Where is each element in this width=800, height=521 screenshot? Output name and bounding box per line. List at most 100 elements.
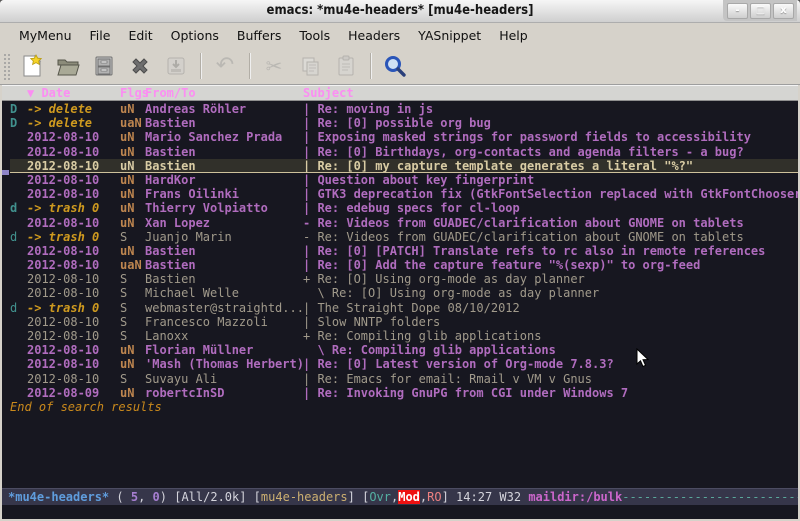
thread-char: | xyxy=(303,145,317,159)
from: Bastien xyxy=(145,145,303,159)
column-flags[interactable]: Flgs xyxy=(120,86,145,100)
menu-yasnippet[interactable]: YASnippet xyxy=(409,25,490,46)
flags: uN xyxy=(120,102,145,116)
message-row[interactable]: 2012-08-10 uN Xan Lopez - Re: Videos fro… xyxy=(10,216,798,230)
message-row[interactable]: d -> trash 0 S Juanjo Marin - Re: Videos… xyxy=(10,230,798,244)
mark-char: d xyxy=(10,201,27,215)
subject: Re: [0] my capture template generates a … xyxy=(317,159,798,172)
message-row[interactable]: 2012-08-10 uN Bastien | Re: [0] my captu… xyxy=(10,159,798,173)
message-row[interactable]: 2012-08-10 uN Bastien | Re: [0] [PATCH] … xyxy=(10,244,798,258)
message-row[interactable]: 2012-08-10 uN 'Mash (Thomas Herbert) | R… xyxy=(10,357,798,371)
mark-char xyxy=(10,286,27,300)
menu-buffers[interactable]: Buffers xyxy=(228,25,290,46)
from: Andreas Röhler xyxy=(145,102,303,116)
menu-mymenu[interactable]: MyMenu xyxy=(10,25,81,46)
column-subject[interactable]: Subject xyxy=(303,86,354,100)
subject: Re: [0] [PATCH] Translate refs to rc als… xyxy=(317,244,798,258)
thread-char: \ xyxy=(303,343,332,357)
date-or-action: 2012-08-10 xyxy=(27,130,120,144)
column-date[interactable]: ▼ Date xyxy=(27,86,120,100)
modeline-ovr: Ovr xyxy=(369,490,391,504)
window-controls: - □ x xyxy=(723,0,797,21)
message-row[interactable]: 2012-08-10 S Bastien + Re: [O] Using org… xyxy=(10,272,798,286)
flags: S xyxy=(120,372,145,386)
cut-icon[interactable]: ✂ xyxy=(259,51,289,81)
close-buffer-icon[interactable] xyxy=(125,51,155,81)
message-row[interactable]: 2012-08-10 uN Florian Müllner \ Re: Comp… xyxy=(10,343,798,357)
from: Thierry Volpiatto xyxy=(145,201,303,215)
subject: Re: [0] Birthdays, org-contacts and agen… xyxy=(317,145,798,159)
copy-icon[interactable] xyxy=(295,51,325,81)
thread-char: | xyxy=(303,116,317,130)
flags: S xyxy=(120,315,145,329)
mu4e-headers-buffer: D -> delete uN Andreas Röhler | Re: movi… xyxy=(2,101,798,488)
date-or-action: -> trash 0 xyxy=(27,230,120,244)
message-row[interactable]: D -> delete uaN Bastien | Re: [0] possib… xyxy=(10,116,798,130)
message-row[interactable]: d -> trash 0 uN Thierry Volpiatto | Re: … xyxy=(10,201,798,215)
close-icon[interactable]: x xyxy=(773,3,794,19)
message-row[interactable]: D -> delete uN Andreas Röhler | Re: movi… xyxy=(10,102,798,116)
message-row[interactable]: 2012-08-10 uN HardKor | Question about k… xyxy=(10,173,798,187)
message-row[interactable]: 2012-08-10 S Francesco Mazzoli | Slow NN… xyxy=(10,315,798,329)
search-icon[interactable] xyxy=(380,51,410,81)
from: Francesco Mazzoli xyxy=(145,315,303,329)
menu-help[interactable]: Help xyxy=(490,25,537,46)
thread-char: - xyxy=(303,216,317,230)
menu-options[interactable]: Options xyxy=(162,25,228,46)
toolbar-drag-handle[interactable] xyxy=(2,52,10,80)
message-row[interactable]: 2012-08-10 uN Frans Oilinki | GTK3 depre… xyxy=(10,187,798,201)
menu-headers[interactable]: Headers xyxy=(339,25,409,46)
mark-char xyxy=(10,244,27,258)
from: webmaster@straightd... xyxy=(145,301,303,315)
subject: Re: [0] possible org bug xyxy=(317,116,798,130)
flags: uN xyxy=(120,201,145,215)
subject: Re: Compiling glib applications xyxy=(332,343,798,357)
menu-file[interactable]: File xyxy=(81,25,120,46)
from: Florian Müllner xyxy=(145,343,303,357)
flags: uN xyxy=(120,216,145,230)
date-or-action: 2012-08-10 xyxy=(27,357,120,371)
new-file-icon[interactable] xyxy=(17,51,47,81)
flags: uN xyxy=(120,145,145,159)
from: Frans Oilinki xyxy=(145,187,303,201)
menu-tools[interactable]: Tools xyxy=(290,25,339,46)
toolbar-separator xyxy=(200,53,201,79)
message-row[interactable]: 2012-08-10 uN Bastien | Re: [0] Birthday… xyxy=(10,145,798,159)
mark-char: D xyxy=(10,102,27,116)
dired-icon[interactable] xyxy=(89,51,119,81)
paste-icon[interactable] xyxy=(331,51,361,81)
menu-edit[interactable]: Edit xyxy=(119,25,161,46)
subject: GTK3 deprecation fix (GtkFontSelection r… xyxy=(317,187,798,201)
modeline-dash: ----------------------------------------… xyxy=(622,490,798,504)
from: Michael Welle xyxy=(145,286,303,300)
mark-char xyxy=(10,173,27,187)
column-from-to[interactable]: From/To xyxy=(145,86,303,100)
undo-icon[interactable]: ↶ xyxy=(210,51,240,81)
message-row[interactable]: 2012-08-10 S Suvayu Ali | Re: Emacs for … xyxy=(10,372,798,386)
echo-area[interactable] xyxy=(2,505,798,519)
flags: uN xyxy=(120,244,145,258)
message-row[interactable]: 2012-08-09 uN robertcInSD | Re: Invoking… xyxy=(10,386,798,400)
maximize-icon[interactable]: □ xyxy=(750,3,771,19)
message-row[interactable]: d -> trash 0 S webmaster@straightd... | … xyxy=(10,301,798,315)
minimize-icon[interactable]: - xyxy=(727,3,748,19)
save-buffer-icon[interactable] xyxy=(161,51,191,81)
date-or-action: 2012-08-10 xyxy=(27,145,120,159)
date-or-action: -> trash 0 xyxy=(27,201,120,215)
mark-char: D xyxy=(10,116,27,130)
message-row[interactable]: 2012-08-10 uN Mario Sanchez Prada | Expo… xyxy=(10,130,798,144)
subject: Re: Compiling glib applications xyxy=(317,329,798,343)
subject: Re: Videos from GUADEC/clarification abo… xyxy=(317,230,798,244)
message-row[interactable]: 2012-08-10 uaN Bastien | Re: [0] Add the… xyxy=(10,258,798,272)
thread-char: | xyxy=(303,102,317,116)
subject: Exposing masked strings for password fie… xyxy=(317,130,798,144)
from: Suvayu Ali xyxy=(145,372,303,386)
message-row[interactable]: 2012-08-10 S Michael Welle \ Re: [O] Usi… xyxy=(10,286,798,300)
message-row[interactable]: 2012-08-10 S Lanoxx + Re: Compiling glib… xyxy=(10,329,798,343)
open-file-icon[interactable] xyxy=(53,51,83,81)
from: Bastien xyxy=(145,159,303,172)
mark-char xyxy=(10,159,27,172)
title-bar[interactable]: emacs: *mu4e-headers* [mu4e-headers] - □… xyxy=(0,0,800,23)
flags: S xyxy=(120,329,145,343)
mark-char xyxy=(10,315,27,329)
